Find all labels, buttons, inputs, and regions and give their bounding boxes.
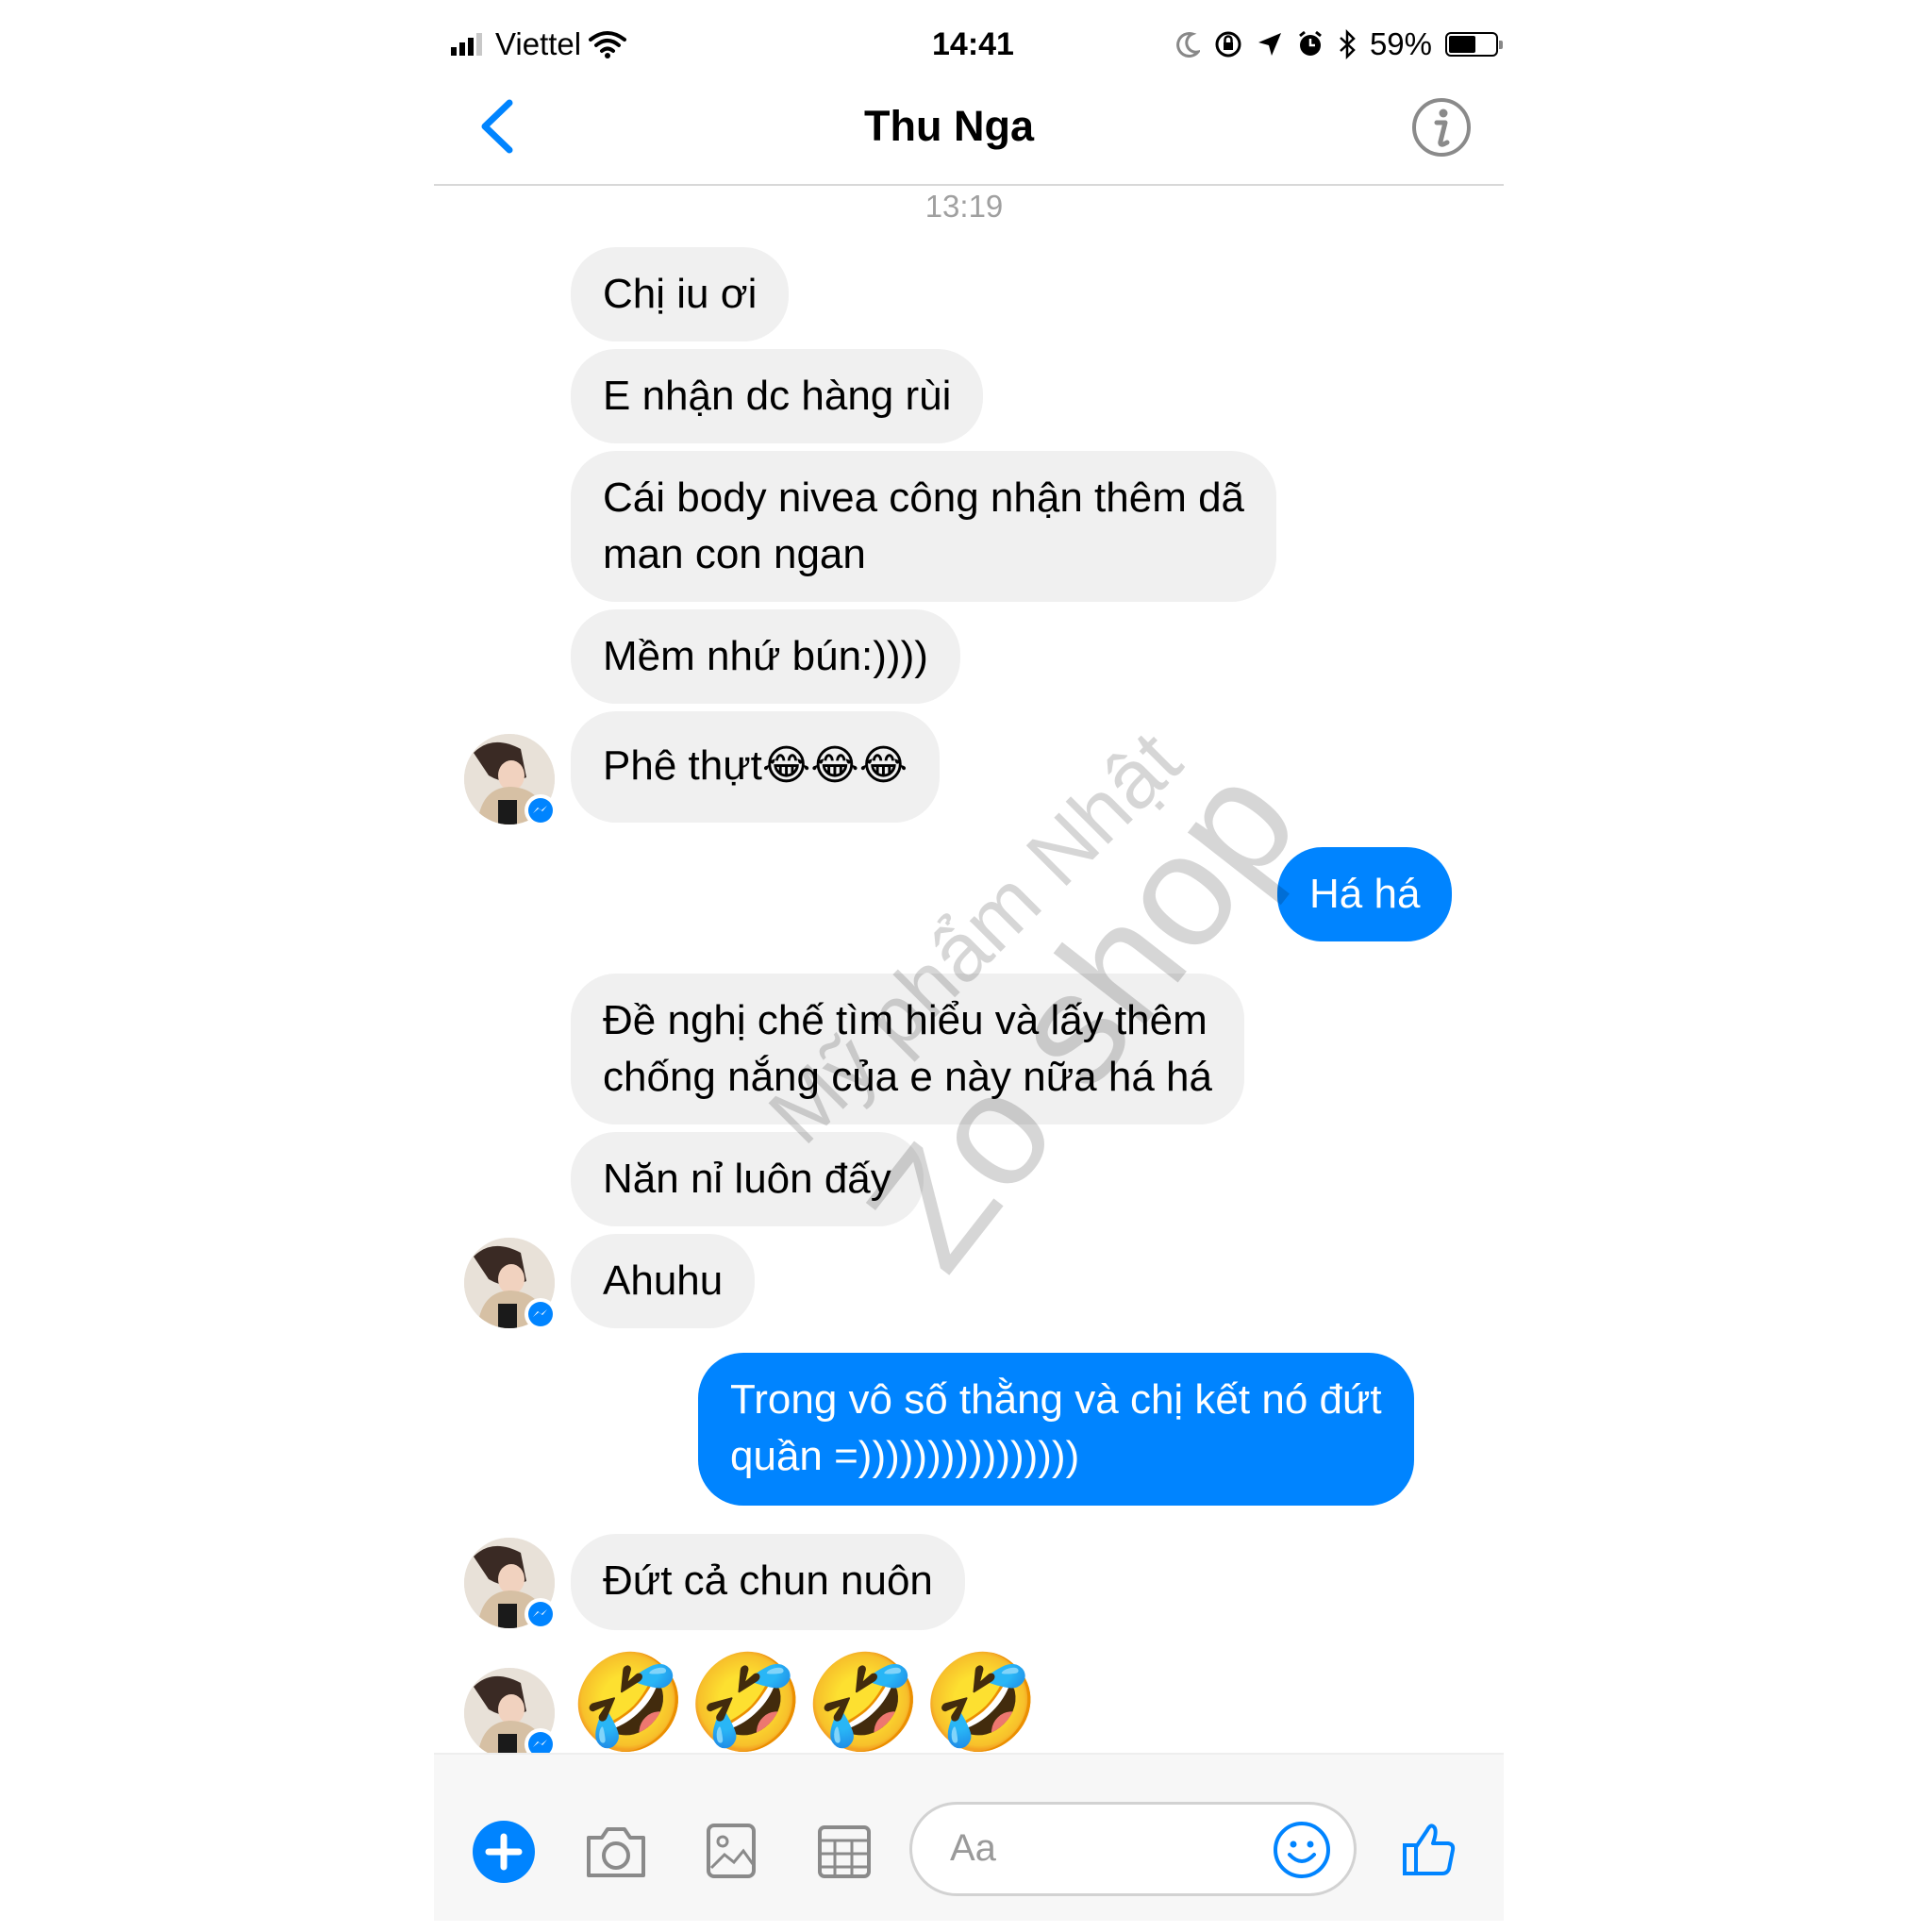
bluetooth-icon xyxy=(1340,29,1356,59)
message-bubble-outgoing[interactable]: Há há xyxy=(1277,847,1453,941)
carrier-name: Viettel xyxy=(495,26,582,61)
messenger-badge-icon xyxy=(525,1598,557,1630)
grid-icon[interactable] xyxy=(817,1824,872,1879)
contact-name: Thu Nga xyxy=(864,102,1034,150)
alarm-icon xyxy=(1299,30,1322,56)
messenger-badge-icon xyxy=(525,1298,557,1330)
battery-level xyxy=(1449,36,1475,53)
message-line: Cái body nivea công nhận thêm dã xyxy=(603,475,1245,521)
status-time: 14:41 xyxy=(932,26,1014,62)
avatar[interactable] xyxy=(464,1668,557,1760)
battery-percent: 59% xyxy=(1369,26,1432,61)
message-bubble-incoming[interactable]: Ahuhu xyxy=(571,1234,756,1328)
message-input[interactable]: Aa xyxy=(909,1802,1357,1896)
avatar[interactable] xyxy=(464,1238,557,1330)
header-divider xyxy=(434,184,1504,186)
emoji-icon[interactable] xyxy=(1273,1821,1331,1879)
status-bar: Viettel 14:41 59% xyxy=(451,21,1503,70)
thumbs-up-icon[interactable] xyxy=(1402,1819,1458,1877)
moon-icon xyxy=(1176,32,1200,58)
info-icon[interactable] xyxy=(1411,97,1472,158)
message-line: chống nắng của e này nữa há há xyxy=(603,1054,1212,1100)
message-bubble-incoming[interactable]: Đề nghị chế tìm hiểu và lấy thêm chống n… xyxy=(571,974,1244,1124)
message-bubble-incoming[interactable]: Năn nỉ luôn đấy xyxy=(571,1132,924,1226)
message-bubble-incoming[interactable]: Mềm nhứ bún:)))) xyxy=(571,609,960,704)
rotation-lock-icon xyxy=(1215,31,1241,58)
message-line: man con ngan xyxy=(603,531,866,577)
message-bubble-incoming[interactable]: Đứt cả chun nuôn xyxy=(571,1534,965,1630)
message-line: Trong vô số thằng và chị kết nó đứt xyxy=(730,1376,1382,1423)
message-line: Đề nghị chế tìm hiểu và lấy thêm xyxy=(603,997,1208,1043)
message-bubble-incoming[interactable]: Cái body nivea công nhận thêm dã man con… xyxy=(571,451,1277,602)
message-bubble-incoming[interactable]: Chị iu ơi xyxy=(571,247,790,341)
message-bubble-incoming[interactable]: Phê thựt😂😂😂 xyxy=(571,711,941,823)
avatar[interactable] xyxy=(464,1538,557,1630)
battery-icon xyxy=(1445,32,1503,57)
conversation-timestamp: 13:19 xyxy=(924,189,1004,224)
wifi-icon xyxy=(589,31,627,58)
message-bubble-incoming[interactable]: E nhận dc hàng rùi xyxy=(571,349,984,443)
messenger-badge-icon xyxy=(525,794,557,826)
message-line: quần =)))))))))))))))) xyxy=(730,1433,1080,1479)
image-icon[interactable] xyxy=(706,1823,757,1879)
message-bubble-outgoing[interactable]: Trong vô số thằng và chị kết nó đứt quần… xyxy=(698,1353,1414,1506)
camera-icon[interactable] xyxy=(585,1824,647,1879)
signal-icon xyxy=(451,33,482,56)
location-icon xyxy=(1257,33,1281,56)
message-input-placeholder: Aa xyxy=(950,1827,996,1869)
emoji-message[interactable]: 🤣🤣🤣🤣 xyxy=(570,1646,1040,1759)
avatar[interactable] xyxy=(464,734,557,826)
plus-icon[interactable] xyxy=(472,1820,536,1884)
